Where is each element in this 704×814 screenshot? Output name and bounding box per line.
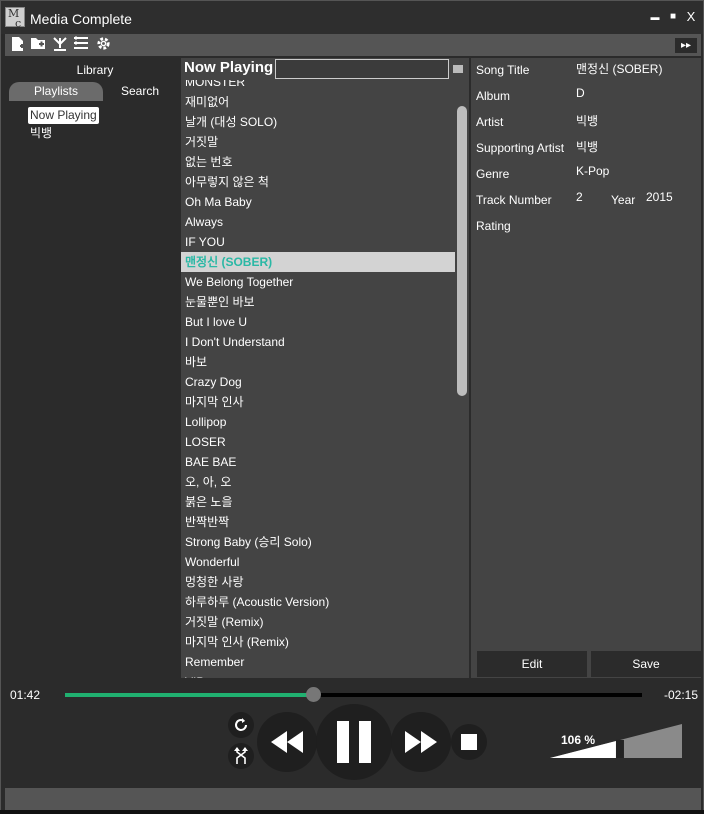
- save-button[interactable]: Save: [591, 651, 701, 677]
- track-list-items: MONSTER 재미없어 날개 (대성 SOLO) 거짓말 없는 번호 아무렇지 않은 척…: [181, 80, 455, 678]
- album-value: D: [576, 86, 585, 100]
- maximize-button[interactable]: ■: [665, 9, 681, 25]
- track-row[interactable]: Strong Baby (승리 Solo): [181, 532, 455, 552]
- track-row[interactable]: 날개 (대성 SOLO): [181, 112, 455, 132]
- status-bar: [5, 788, 701, 810]
- song-title-value: 맨정신 (SOBER): [576, 62, 663, 76]
- track-row[interactable]: Lollipop: [181, 412, 455, 432]
- shuffle-icon: [234, 747, 248, 764]
- track-row[interactable]: 거짓말: [181, 132, 455, 152]
- track-row[interactable]: Crazy Dog: [181, 372, 455, 392]
- seek-bar-progress: [65, 693, 314, 697]
- title-bar[interactable]: M c Media Complete ▬ ■ X: [1, 1, 703, 34]
- genre-value: K-Pop: [576, 164, 610, 178]
- new-file-icon[interactable]: [9, 36, 27, 54]
- track-row[interactable]: 눈물뿐인 바보: [181, 292, 455, 312]
- track-row[interactable]: Remember: [181, 652, 455, 672]
- pause-icon: [337, 721, 371, 763]
- stop-button[interactable]: [451, 724, 487, 760]
- track-row[interactable]: BAE BAE: [181, 452, 455, 472]
- taskbar-edge: [0, 810, 704, 814]
- rating-label: Rating: [476, 219, 511, 233]
- library-label: Library: [76, 63, 114, 77]
- artist-value: 빅뱅: [576, 114, 599, 128]
- supporting-artist-value: 빅뱅: [576, 140, 599, 154]
- track-row[interactable]: 없는 번호: [181, 152, 455, 172]
- track-number-label: Track Number: [476, 193, 552, 207]
- transport-bar: 01:42 -02:15 106 %: [5, 680, 701, 788]
- scrollbar-thumb[interactable]: [457, 106, 467, 396]
- track-row[interactable]: We Belong Together: [181, 272, 455, 292]
- app-title: Media Complete: [30, 11, 132, 27]
- list-icon[interactable]: [72, 36, 90, 54]
- gear-icon[interactable]: [94, 36, 112, 54]
- track-row[interactable]: Oh Ma Baby: [181, 192, 455, 212]
- track-row[interactable]: 맨정신 (SOBER): [181, 252, 455, 272]
- new-folder-icon[interactable]: [29, 36, 47, 54]
- minimize-button[interactable]: ▬: [647, 9, 663, 25]
- track-row[interactable]: But I love U: [181, 312, 455, 332]
- fast-forward-icon: [405, 731, 437, 753]
- year-value: 2015: [646, 190, 673, 204]
- track-list[interactable]: MONSTER 재미없어 날개 (대성 SOLO) 거짓말 없는 번호 아무렇지 않은 척…: [181, 80, 455, 678]
- track-row[interactable]: 거짓말 (Remix): [181, 612, 455, 632]
- track-list-scrollbar[interactable]: [455, 80, 469, 678]
- track-row[interactable]: LOSER: [181, 432, 455, 452]
- rewind-icon: [271, 731, 303, 753]
- track-row[interactable]: I Don't Understand: [181, 332, 455, 352]
- artist-label: Artist: [476, 115, 504, 129]
- track-row[interactable]: 재미없어: [181, 92, 455, 112]
- app-window: M c Media Complete ▬ ■ X ▸▸ Library Play…: [0, 0, 704, 814]
- playlist-now-playing[interactable]: Now Playing: [28, 107, 99, 124]
- song-title-label: Song Title: [476, 63, 530, 77]
- track-row[interactable]: 바보: [181, 352, 455, 372]
- skip-forward-icon[interactable]: ▸▸: [675, 38, 697, 53]
- edit-button[interactable]: Edit: [477, 651, 587, 677]
- now-playing-panel: Now Playing MONSTER 재미없어 날개 (대성 SOLO) 거짓말 없는…: [181, 58, 469, 678]
- album-label: Album: [476, 89, 511, 103]
- toolbar: ▸▸: [5, 34, 701, 56]
- properties-panel: Song Title 맨정신 (SOBER) Album D Artist 빅뱅…: [471, 58, 701, 678]
- shuffle-button[interactable]: [228, 743, 254, 769]
- track-row[interactable]: 마지막 인사: [181, 392, 455, 412]
- playlist-bigbang[interactable]: 빅뱅: [28, 125, 54, 142]
- now-playing-search-input[interactable]: [275, 59, 449, 79]
- track-row[interactable]: MONSTER: [181, 80, 455, 92]
- track-row[interactable]: 오, 아, 오: [181, 472, 455, 492]
- elapsed-time: 01:42: [10, 688, 41, 702]
- year-label: Year: [611, 193, 636, 207]
- seek-bar-thumb[interactable]: [306, 687, 322, 702]
- pause-button[interactable]: [316, 704, 392, 780]
- tab-search[interactable]: Search: [105, 82, 175, 101]
- seek-bar[interactable]: [65, 687, 642, 702]
- rewind-button[interactable]: [257, 712, 317, 772]
- track-row[interactable]: VIP: [181, 672, 455, 678]
- volume-label: 106 %: [561, 733, 596, 747]
- track-row[interactable]: 멍청한 사랑: [181, 572, 455, 592]
- supporting-artist-label: Supporting Artist: [476, 141, 565, 155]
- tab-playlists[interactable]: Playlists: [9, 82, 103, 101]
- genre-label: Genre: [476, 167, 510, 181]
- close-button[interactable]: X: [683, 9, 699, 25]
- track-number-value: 2: [576, 190, 583, 204]
- repeat-icon: [235, 718, 247, 731]
- now-playing-title: Now Playing: [184, 59, 274, 76]
- track-row[interactable]: 붉은 노을: [181, 492, 455, 512]
- app-logo-icon: M c: [5, 7, 25, 29]
- stop-icon: [461, 734, 477, 750]
- import-icon[interactable]: [51, 36, 69, 54]
- fast-forward-button[interactable]: [391, 712, 451, 772]
- track-row[interactable]: Wonderful: [181, 552, 455, 572]
- track-row[interactable]: 반짝반짝: [181, 512, 455, 532]
- list-menu-icon[interactable]: [453, 63, 463, 73]
- library-panel: Library Playlists Search Now Playing 빅뱅: [5, 58, 180, 678]
- track-row[interactable]: Always: [181, 212, 455, 232]
- track-row[interactable]: 아무렇지 않은 척: [181, 172, 455, 192]
- track-row[interactable]: 마지막 인사 (Remix): [181, 632, 455, 652]
- track-row[interactable]: 하루하루 (Acoustic Version): [181, 592, 455, 612]
- track-row[interactable]: IF YOU: [181, 232, 455, 252]
- repeat-button[interactable]: [228, 712, 254, 738]
- remaining-time: -02:15: [664, 688, 699, 702]
